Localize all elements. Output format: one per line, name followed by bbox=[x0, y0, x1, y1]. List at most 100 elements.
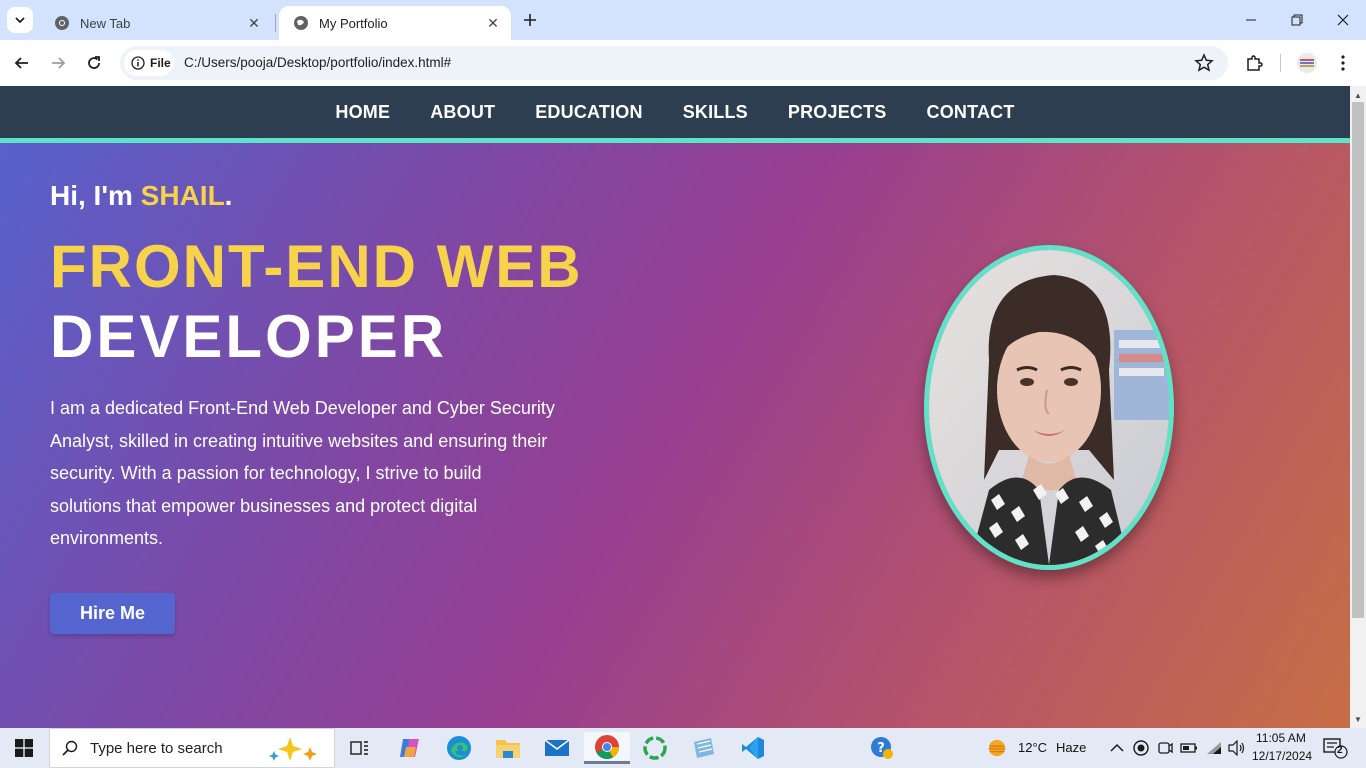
nav-about-link[interactable]: ABOUT bbox=[430, 102, 495, 123]
forward-button[interactable] bbox=[43, 48, 73, 78]
menu-button[interactable] bbox=[1331, 51, 1355, 75]
record-tray-button[interactable] bbox=[1131, 738, 1151, 758]
tab-title: My Portfolio bbox=[319, 15, 388, 31]
chrome-icon bbox=[55, 16, 69, 30]
puzzle-icon bbox=[1247, 55, 1263, 71]
restore-button[interactable] bbox=[1274, 0, 1320, 40]
file-explorer-app[interactable] bbox=[488, 732, 528, 764]
scroll-down-arrow-icon[interactable]: ▼ bbox=[1350, 712, 1366, 726]
chrome-app[interactable] bbox=[584, 732, 630, 764]
search-placeholder: Type here to search bbox=[90, 739, 223, 757]
task-view-button[interactable] bbox=[340, 732, 380, 764]
chevron-down-icon bbox=[15, 17, 25, 24]
copilot-icon bbox=[400, 739, 419, 757]
tab-title: New Tab bbox=[80, 15, 131, 31]
vscode-app[interactable] bbox=[733, 732, 773, 764]
scrollbar-thumb[interactable] bbox=[1352, 102, 1364, 618]
windows-logo-icon bbox=[15, 739, 33, 757]
close-window-button[interactable] bbox=[1320, 0, 1366, 40]
hero-greeting: Hi, I'm SHAIL. bbox=[50, 180, 232, 212]
start-button[interactable] bbox=[0, 728, 48, 768]
greeting-suffix: . bbox=[224, 180, 233, 211]
site-chip-label: File bbox=[150, 56, 171, 70]
scroll-up-arrow-icon[interactable]: ▲ bbox=[1350, 88, 1366, 102]
camera-icon bbox=[1158, 742, 1173, 754]
address-bar[interactable]: File C:/Users/pooja/Desktop/portfolio/in… bbox=[120, 46, 1228, 80]
chrome-icon bbox=[595, 734, 619, 759]
wifi-icon bbox=[1207, 742, 1221, 754]
notification-count: 2 bbox=[1337, 745, 1343, 756]
weather-widget[interactable] bbox=[987, 738, 1007, 758]
haze-sun-icon bbox=[988, 739, 1006, 757]
volume-button[interactable] bbox=[1227, 738, 1247, 758]
profile-photo bbox=[924, 245, 1174, 570]
app-ring[interactable] bbox=[635, 732, 675, 764]
meet-now-button[interactable] bbox=[1155, 738, 1175, 758]
url-text[interactable]: C:/Users/pooja/Desktop/portfolio/index.h… bbox=[184, 55, 451, 70]
page-viewport: HOME ABOUT EDUCATION SKILLS PROJECTS CON… bbox=[0, 86, 1350, 728]
reload-button[interactable] bbox=[79, 48, 109, 78]
weather-temperature[interactable]: 12°C bbox=[1018, 740, 1047, 755]
taskbar-search-box[interactable]: Type here to search bbox=[49, 728, 335, 768]
arrow-left-icon bbox=[14, 57, 28, 69]
notification-center-button[interactable]: 2 bbox=[1322, 738, 1348, 759]
vscode-icon bbox=[742, 737, 764, 759]
notification-icon bbox=[1323, 738, 1348, 759]
help-icon: ? bbox=[871, 737, 893, 759]
greeting-name: SHAIL bbox=[140, 180, 225, 211]
nav-home-link[interactable]: HOME bbox=[335, 102, 390, 123]
page-scrollbar[interactable]: ▲ ▼ bbox=[1350, 86, 1366, 728]
folder-icon bbox=[496, 740, 520, 758]
toolbar-divider bbox=[1280, 54, 1281, 72]
tab-my-portfolio[interactable]: My Portfolio ✕ bbox=[279, 6, 511, 40]
windows-taskbar: Type here to search ? 12°C Haze 11:05 AM… bbox=[0, 728, 1366, 768]
info-icon bbox=[131, 56, 145, 70]
site-info-chip[interactable]: File bbox=[124, 50, 174, 76]
battery-icon bbox=[1180, 743, 1197, 753]
portrait-illustration bbox=[929, 250, 1169, 565]
minimize-icon bbox=[1246, 19, 1256, 21]
record-icon bbox=[1133, 740, 1149, 756]
copilot-sparkle-icon bbox=[269, 737, 317, 761]
app-notepad[interactable] bbox=[684, 732, 724, 764]
close-tab-icon[interactable]: ✕ bbox=[485, 15, 501, 31]
nav-skills-link[interactable]: SKILLS bbox=[683, 102, 748, 123]
hero-headline-line2: DEVELOPER bbox=[50, 303, 448, 370]
mail-app[interactable] bbox=[537, 732, 577, 764]
plus-icon bbox=[524, 14, 536, 26]
new-tab-button[interactable] bbox=[518, 8, 542, 32]
clock-date[interactable]: 12/17/2024 bbox=[1252, 749, 1312, 763]
nav-contact-link[interactable]: CONTACT bbox=[927, 102, 1015, 123]
reload-icon bbox=[88, 56, 100, 69]
tab-search-button[interactable] bbox=[7, 7, 33, 33]
greeting-prefix: Hi, I'm bbox=[50, 180, 141, 211]
close-tab-icon[interactable]: ✕ bbox=[246, 15, 262, 31]
tray-overflow-button[interactable] bbox=[1107, 738, 1127, 758]
kebab-menu-icon bbox=[1341, 55, 1345, 71]
browser-toolbar: File C:/Users/pooja/Desktop/portfolio/in… bbox=[0, 40, 1366, 86]
weather-description[interactable]: Haze bbox=[1056, 740, 1086, 755]
hire-me-button[interactable]: Hire Me bbox=[50, 593, 175, 634]
help-app[interactable]: ? bbox=[862, 732, 902, 764]
hero-bio: I am a dedicated Front-End Web Developer… bbox=[50, 398, 555, 548]
tab-new-tab[interactable]: New Tab ✕ bbox=[40, 6, 272, 40]
site-navbar: HOME ABOUT EDUCATION SKILLS PROJECTS CON… bbox=[0, 86, 1350, 143]
clock-time[interactable]: 11:05 AM bbox=[1256, 731, 1306, 745]
chevron-up-icon bbox=[1110, 743, 1124, 752]
ring-app-icon bbox=[643, 736, 667, 760]
copilot-app[interactable] bbox=[390, 732, 430, 764]
back-button[interactable] bbox=[7, 48, 37, 78]
globe-icon bbox=[294, 16, 308, 30]
minimize-button[interactable] bbox=[1228, 0, 1274, 40]
network-button[interactable] bbox=[1204, 738, 1224, 758]
hero-headline-line1: FRONT-END WEB bbox=[50, 233, 583, 300]
edge-app[interactable] bbox=[439, 732, 479, 764]
bookmark-star-icon[interactable] bbox=[1194, 53, 1214, 73]
nav-projects-link[interactable]: PROJECTS bbox=[788, 102, 887, 123]
profile-avatar[interactable] bbox=[1295, 51, 1319, 75]
nav-education-link[interactable]: EDUCATION bbox=[535, 102, 642, 123]
extensions-button[interactable] bbox=[1242, 51, 1266, 75]
edge-icon bbox=[447, 736, 471, 760]
arrow-right-icon bbox=[52, 57, 66, 69]
battery-button[interactable] bbox=[1179, 738, 1199, 758]
